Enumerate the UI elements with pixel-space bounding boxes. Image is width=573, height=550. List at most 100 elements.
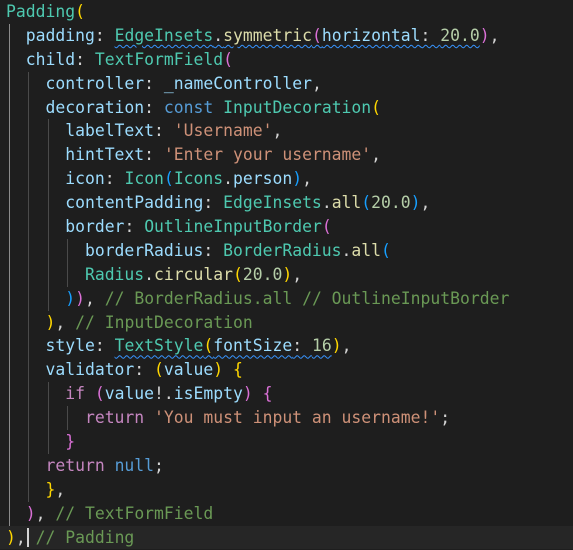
- code-token-property: value: [163, 360, 214, 380]
- indent-guide: [9, 47, 10, 72]
- code-token-plain: ;: [154, 455, 164, 475]
- code-token-plain: ,: [489, 25, 500, 45]
- indent-guide: [48, 382, 49, 407]
- code-line[interactable]: ), // InputDecoration: [0, 310, 573, 335]
- code-token-bracket1: ): [213, 360, 224, 380]
- code-token-plain: ,: [272, 121, 283, 141]
- code-line[interactable]: ), // TextFormField: [0, 501, 573, 526]
- code-token-comment: // Padding: [35, 527, 135, 547]
- code-line[interactable]: style: TextStyle(fontSize: 16),: [0, 334, 573, 359]
- indent-guide: [9, 310, 10, 335]
- code-line-current[interactable]: ), // Padding: [0, 525, 573, 550]
- code-token-function: circular: [154, 264, 233, 284]
- code-line[interactable]: validator: (value) {: [0, 358, 573, 383]
- code-token-bracket1: (: [75, 2, 85, 21]
- code-token-keyword: null: [114, 455, 155, 475]
- code-token-number: 16: [311, 336, 332, 356]
- code-line[interactable]: },: [0, 477, 573, 502]
- code-token-plain: :: [420, 25, 441, 45]
- code-line[interactable]: if (value!.isEmpty) {: [0, 382, 573, 407]
- code-token-bracket2: (: [94, 384, 105, 404]
- indent-guide: [9, 334, 10, 359]
- code-token-property: _nameController: [163, 73, 312, 93]
- code-token-bracket1: ): [331, 336, 342, 356]
- code-token-property: border: [65, 217, 125, 237]
- code-line[interactable]: borderRadius: BorderRadius.all(: [0, 238, 573, 263]
- code-token-bracket1: ): [282, 264, 293, 284]
- code-line[interactable]: labelText: 'Username',: [0, 119, 573, 144]
- code-editor[interactable]: Padding( padding: EdgeInsets.symmetric(h…: [0, 0, 573, 550]
- code-token-bracket2: }: [65, 432, 76, 452]
- code-line[interactable]: Radius.circular(20.0),: [0, 262, 573, 287]
- code-line[interactable]: return 'You must input an username!';: [0, 406, 573, 431]
- code-token-plain: ,: [420, 193, 431, 213]
- indent-guide: [28, 358, 29, 383]
- indent-guide: [28, 430, 29, 454]
- code-token-property: fontSize: [213, 336, 293, 356]
- code-token-plain: :: [154, 121, 174, 141]
- code-token-comment: // InputDecoration: [75, 312, 253, 332]
- code-line[interactable]: }: [0, 430, 573, 454]
- code-token-plain: ,: [35, 503, 56, 523]
- code-token-class: TextStyle: [114, 336, 204, 356]
- indent-guide: [28, 238, 29, 263]
- code-token-bracket2: ): [242, 384, 253, 404]
- code-token-property: child: [25, 49, 76, 69]
- code-token-plain: :: [104, 169, 125, 189]
- code-line[interactable]: decoration: const InputDecoration(: [0, 95, 573, 120]
- indent-guide: [28, 167, 29, 192]
- code-token-keyword: const: [163, 97, 224, 117]
- code-token-class: Radius: [84, 264, 145, 284]
- code-line[interactable]: border: OutlineInputBorder(: [0, 215, 573, 239]
- indent-guide: [9, 191, 10, 216]
- code-token-bracket1: ): [45, 312, 56, 332]
- code-token-bracket1: (: [371, 97, 382, 117]
- code-token-bracket1: (: [203, 336, 214, 356]
- code-token-bracket3: ): [292, 169, 303, 189]
- indent-guide: [9, 167, 10, 192]
- code-token-string: 'Enter your username': [163, 145, 372, 165]
- indent-guide: [28, 382, 29, 407]
- indent-guide: [28, 453, 29, 478]
- indent-guide: [9, 215, 10, 239]
- code-token-string: 'Username': [173, 121, 273, 141]
- code-line[interactable]: icon: Icon(Icons.person),: [0, 167, 573, 192]
- code-line[interactable]: child: TextFormField(: [0, 47, 573, 72]
- code-line[interactable]: hintText: 'Enter your username',: [0, 143, 573, 168]
- code-token-bracket1: ): [6, 527, 16, 547]
- code-line[interactable]: )), // BorderRadius.all // OutlineInputB…: [0, 286, 573, 311]
- code-line[interactable]: return null;: [0, 453, 573, 478]
- code-token-plain: :: [94, 25, 115, 45]
- code-token-plain: .: [144, 264, 155, 284]
- code-token-bracket3: (: [361, 193, 372, 213]
- indent-guide: [28, 310, 29, 335]
- code-line[interactable]: Padding(: [0, 0, 573, 24]
- indent-guide: [67, 262, 68, 287]
- code-token-property: contentPadding: [65, 193, 204, 213]
- code-token-property: hintText: [65, 145, 145, 165]
- code-line[interactable]: controller: _nameController,: [0, 71, 573, 96]
- indent-guide: [28, 286, 29, 311]
- code-line[interactable]: padding: EdgeInsets.symmetric(horizontal…: [0, 23, 573, 48]
- indent-guide: [48, 191, 49, 216]
- indent-guide: [9, 358, 10, 383]
- indent-guide: [9, 119, 10, 144]
- code-token-class: EdgeInsets: [114, 25, 214, 45]
- code-line[interactable]: contentPadding: EdgeInsets.all(20.0),: [0, 191, 573, 216]
- indent-guide: [48, 167, 49, 192]
- code-token-bracket3: ): [410, 193, 421, 213]
- code-token-bracket2: (: [321, 217, 332, 237]
- indent-guide: [28, 334, 29, 359]
- code-token-plain: .: [213, 25, 224, 45]
